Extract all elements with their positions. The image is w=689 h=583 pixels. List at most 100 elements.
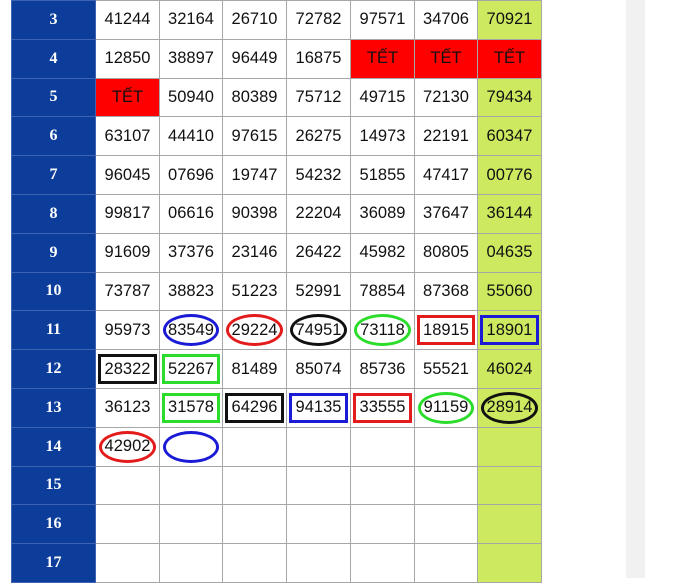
result-cell: 36144 [477,193,542,234]
result-cell: 94135 [286,387,351,428]
result-value: 51855 [359,165,406,184]
result-cell [477,465,542,506]
result-value: 96045 [104,165,151,184]
result-value: 96449 [231,49,278,68]
result-cell: 38897 [159,38,223,79]
result-value: 81489 [231,359,278,378]
result-cell: 26275 [286,116,351,157]
result-cell: 04635 [477,232,542,273]
result-cell: 96045 [95,155,160,195]
result-cell: 73118 [350,310,415,351]
result-value: 87368 [423,281,469,300]
result-value: 33555 [359,398,406,417]
result-cell: 36123 [95,387,160,428]
result-cell: 91609 [95,232,160,273]
result-cell: 44410 [159,116,223,157]
result-value: 97571 [359,10,406,29]
result-cell: 22191 [414,116,478,157]
result-cell [222,426,287,467]
result-value: 22191 [423,126,469,145]
result-cell: 12850 [95,38,160,79]
result-cell: 52991 [286,271,351,312]
result-cell: 38823 [159,271,223,312]
result-value: 97615 [231,126,278,145]
result-value: 16875 [295,49,342,68]
result-cell: 14973 [350,116,415,157]
row-number-cell: 8 [11,193,96,234]
result-cell: 75712 [286,77,351,118]
result-value: 47417 [423,165,469,184]
result-value: TẾT [111,87,144,106]
result-value: 50940 [168,87,214,106]
result-cell [286,465,351,506]
result-cell: 78854 [350,271,415,312]
vertical-scrollbar-track[interactable] [626,0,645,578]
result-value: 85736 [359,359,406,378]
result-value: 26422 [295,243,342,262]
result-value: 19747 [231,165,278,184]
result-cell: 45982 [350,232,415,273]
table-row: 16 [11,504,542,545]
result-value: 37376 [168,243,214,262]
result-cell: 90398 [222,193,287,234]
result-value: 80805 [423,243,469,262]
result-cell [350,543,415,583]
result-cell: 26422 [286,232,351,273]
result-cell: 52267 [159,349,223,389]
result-cell: 74951 [286,310,351,351]
result-cell: 55521 [414,349,478,389]
result-value: 18915 [423,320,469,339]
result-value: 73787 [104,281,151,300]
result-cell [286,504,351,545]
result-value: 64296 [231,398,278,417]
result-cell [286,426,351,467]
result-cell: 23146 [222,232,287,273]
table-row: 10 73787 38823 51223 52991 78854 87368 55060 [11,271,542,312]
result-cell: 51223 [222,271,287,312]
result-cell: 97615 [222,116,287,157]
result-cell: 28322 [95,349,160,389]
result-cell: 19747 [222,155,287,195]
row-number-cell: 11 [11,310,96,351]
result-cell: 97571 [350,0,415,40]
result-cell [159,465,223,506]
result-cell [414,465,478,506]
result-cell [477,504,542,545]
result-cell [159,426,223,467]
result-value: 55060 [486,281,533,300]
result-cell: 42902 [95,426,160,467]
result-cell [414,504,478,545]
result-value: 70921 [486,10,533,29]
result-value: 94135 [295,398,342,417]
result-cell: 55060 [477,271,542,312]
result-value: 26275 [295,126,342,145]
result-value: 55521 [423,359,469,378]
result-cell [95,504,160,545]
result-value: 29224 [231,320,278,339]
result-value: 91159 [423,398,469,417]
result-cell [222,543,287,583]
blue-oval-highlight [163,430,219,463]
result-cell: 60347 [477,116,542,157]
result-cell: 33555 [350,387,415,428]
result-cell: 72130 [414,77,478,118]
result-cell: 95973 [95,310,160,351]
result-value: 91609 [104,243,151,262]
result-value: 36089 [359,204,406,223]
result-value: 63107 [104,126,151,145]
result-value: 46024 [486,359,533,378]
result-cell [477,426,542,467]
result-cell: TẾT [350,38,415,79]
result-cell: 31578 [159,387,223,428]
result-value: 22204 [295,204,342,223]
result-cell: 22204 [286,193,351,234]
row-number-cell: 4 [11,38,96,79]
result-value: 60347 [486,126,533,145]
result-cell: 51855 [350,155,415,195]
table-row: 4 12850 38897 96449 16875 TẾT TẾT TẾT [11,38,542,79]
result-cell: 18901 [477,310,542,351]
result-value: 38823 [168,281,214,300]
table-row: 5 TẾT 50940 80389 75712 49715 72130 79434 [11,77,542,118]
table-row: 6 63107 44410 97615 26275 14973 22191 60347 [11,116,542,157]
result-value: 28914 [486,398,533,417]
